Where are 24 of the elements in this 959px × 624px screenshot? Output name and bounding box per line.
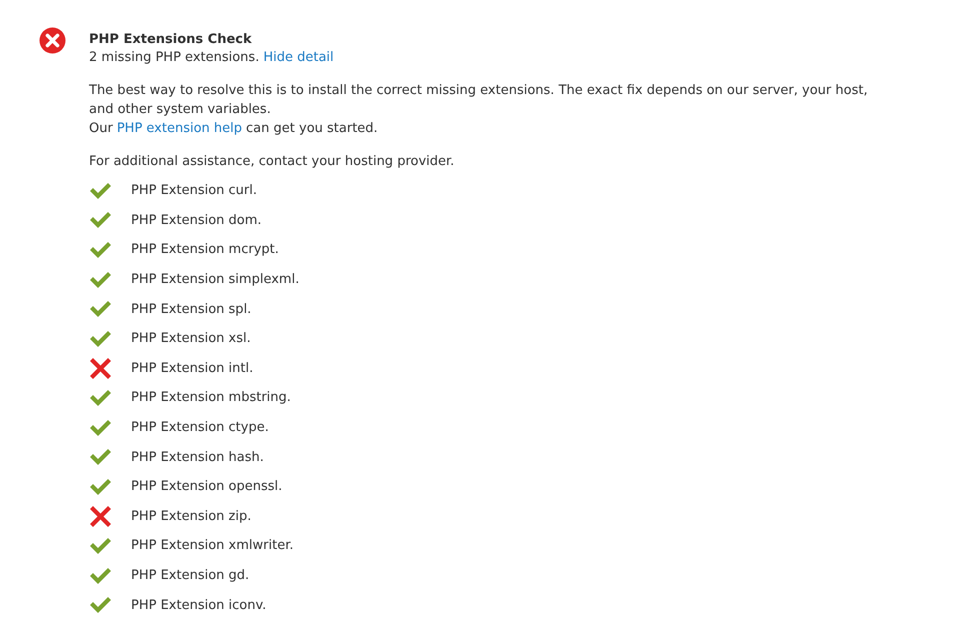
description-text: The best way to resolve this is to install the correct missing extensions. The exact fix depends on our server, your host,: [89, 82, 868, 100]
extension-label: PHP Extension mbstring.: [131, 390, 291, 406]
extension-label: PHP Extension gd.: [131, 568, 250, 584]
extension-label: PHP Extension openssl.: [131, 479, 282, 494]
summary-text: 2 missing PHP extensions.: [89, 49, 260, 67]
extension-label: PHP Extension ctype.: [131, 420, 269, 436]
extension-label: PHP Extension xmlwriter.: [131, 538, 294, 554]
extension-label: PHP Extension xsl.: [131, 331, 251, 346]
extension-label: PHP Extension dom.: [131, 212, 262, 228]
extension-label: PHP Extension mcrypt.: [131, 242, 279, 258]
check-title: PHP Extensions Check: [89, 31, 253, 48]
help-text: Our: [89, 120, 113, 138]
description-text: and other system variables.: [89, 101, 272, 119]
extension-label: PHP Extension curl.: [131, 183, 258, 198]
assistance-text: For additional assistance, contact your hosting provider.: [89, 153, 456, 171]
extension-label: PHP Extension intl.: [131, 360, 254, 376]
hide-detail-link[interactable]: Hide detail: [263, 48, 334, 67]
extension-label: PHP Extension spl.: [131, 302, 252, 317]
extension-help-link[interactable]: PHP extension help: [116, 119, 242, 138]
extension-label: PHP Extension simplexml.: [131, 272, 300, 288]
help-text: can get you started.: [246, 120, 378, 138]
extension-label: PHP Extension hash.: [131, 450, 264, 465]
extension-label: PHP Extension iconv.: [131, 598, 266, 613]
extension-label: PHP Extension zip.: [131, 508, 252, 524]
